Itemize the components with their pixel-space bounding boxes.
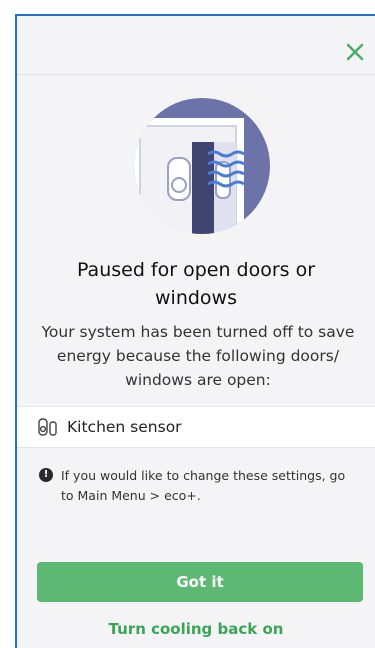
- info-note: ! If you would like to change these sett…: [39, 466, 357, 506]
- open-window-illustration: [134, 98, 270, 234]
- info-text: If you would like to change these settin…: [61, 468, 346, 503]
- door-window-sensor-icon: [38, 418, 57, 436]
- close-icon: [346, 43, 364, 61]
- close-button[interactable]: [343, 40, 367, 64]
- turn-cooling-back-on-link[interactable]: Turn cooling back on: [17, 620, 375, 638]
- dialog-title: Paused for open doors or windows: [76, 259, 316, 309]
- info-exclamation-icon: !: [39, 468, 53, 482]
- dialog-header: [17, 16, 375, 75]
- sensor-list-item: Kitchen sensor: [17, 406, 375, 448]
- dialog-panel: Paused for open doors or windows Your sy…: [15, 14, 375, 648]
- sensor-label: Kitchen sensor: [67, 418, 182, 436]
- dialog-description: Your system has been turned off to save …: [41, 323, 355, 389]
- got-it-button[interactable]: Got it: [37, 562, 363, 602]
